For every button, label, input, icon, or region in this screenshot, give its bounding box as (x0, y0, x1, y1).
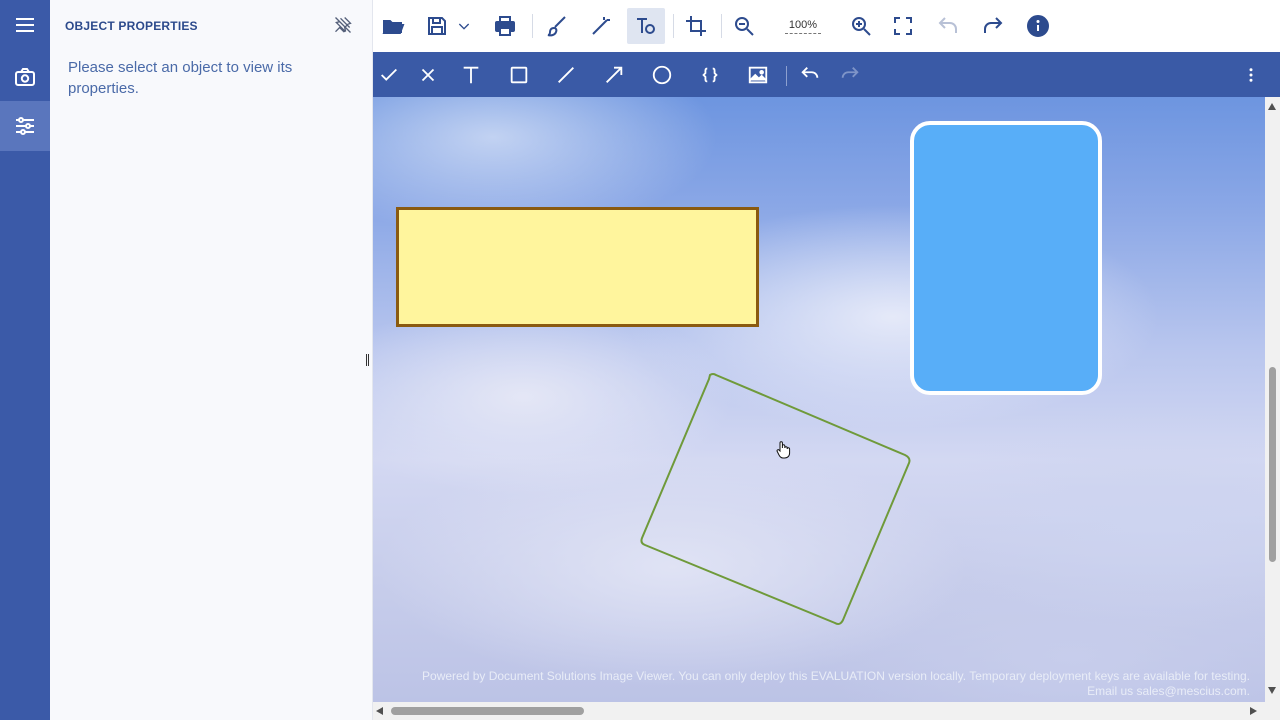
add-rectangle-button[interactable] (503, 60, 535, 90)
zoom-level[interactable]: 100% (785, 19, 821, 34)
redo-button[interactable] (974, 8, 1012, 44)
open-button[interactable] (374, 8, 412, 44)
horizontal-scroll-thumb[interactable] (391, 707, 584, 715)
crop-button[interactable] (677, 8, 715, 44)
image-icon (748, 66, 768, 84)
sliders-icon (16, 117, 34, 135)
print-button[interactable] (486, 8, 524, 44)
text-object-icon (637, 18, 655, 34)
redo-icon (841, 67, 859, 78)
zoom-out-icon (735, 17, 754, 36)
text-objects-button[interactable] (627, 8, 665, 44)
toolbar-separator (532, 14, 533, 38)
magic-wand-icon (592, 17, 610, 35)
add-brackets-button[interactable] (694, 60, 726, 90)
open-folder-icon (382, 20, 405, 34)
scrollbar-corner (1265, 702, 1280, 720)
hand-cursor-icon (776, 441, 791, 459)
apply-button[interactable] (373, 60, 405, 90)
left-rail (0, 0, 50, 720)
zoom-in-button[interactable] (842, 8, 880, 44)
scroll-right-arrow-icon[interactable] (1250, 707, 1257, 715)
zoom-out-button[interactable] (725, 8, 763, 44)
horizontal-scrollbar[interactable] (373, 702, 1265, 720)
more-options-button[interactable] (1241, 60, 1261, 90)
add-ellipse-button[interactable] (646, 60, 678, 90)
image-viewer-app: OBJECT PROPERTIES Please select an objec… (0, 0, 1280, 720)
brush-icon (547, 16, 566, 37)
menu-icon (16, 18, 34, 32)
undo-icon (938, 17, 957, 33)
effects-button[interactable] (582, 8, 620, 44)
vertical-scrollbar[interactable] (1265, 97, 1280, 702)
chevron-down-icon (458, 23, 470, 30)
object-properties-panel: OBJECT PROPERTIES Please select an objec… (50, 0, 373, 720)
cancel-icon (421, 68, 435, 82)
panel-resize-handle[interactable] (366, 354, 369, 366)
watermark-line-2: Email us sales@mescius.com. (1087, 684, 1250, 698)
apply-icon (381, 68, 397, 81)
panel-title: OBJECT PROPERTIES (65, 19, 198, 33)
ellipse-icon (652, 65, 672, 85)
unpin-panel-button[interactable] (333, 15, 353, 35)
object-toolbar (373, 52, 1280, 97)
properties-button[interactable] (0, 101, 50, 151)
image-canvas[interactable]: Powered by Document Solutions Image View… (373, 97, 1265, 702)
cancel-button[interactable] (412, 60, 444, 90)
text-icon (463, 66, 479, 84)
add-text-button[interactable] (455, 60, 487, 90)
more-vertical-icon (1249, 68, 1253, 82)
add-arrow-button[interactable] (598, 60, 630, 90)
print-icon (495, 16, 515, 36)
save-icon (428, 17, 446, 35)
scroll-left-arrow-icon[interactable] (376, 707, 383, 715)
paint-tools-button[interactable] (538, 8, 576, 44)
undo-button[interactable] (929, 8, 967, 44)
add-line-button[interactable] (550, 60, 582, 90)
scroll-up-arrow-icon[interactable] (1268, 103, 1276, 110)
toolbar-separator (721, 14, 722, 38)
braces-icon (702, 67, 718, 83)
camera-button[interactable] (0, 52, 50, 102)
green-rotated-rectangle-object[interactable] (640, 373, 911, 625)
fullscreen-icon (894, 17, 912, 35)
rectangle-icon (510, 66, 528, 84)
save-button[interactable] (418, 8, 456, 44)
fullscreen-button[interactable] (884, 8, 922, 44)
camera-icon (15, 68, 35, 86)
undo-icon (801, 67, 819, 78)
rotated-rectangle-svg (640, 373, 911, 625)
pin-off-icon (335, 17, 352, 33)
zoom-in-icon (852, 17, 871, 36)
toolbar-separator (786, 66, 787, 86)
arrow-icon (606, 66, 623, 83)
info-icon (1027, 15, 1049, 37)
crop-icon (686, 16, 706, 36)
save-options-dropdown[interactable] (453, 8, 475, 44)
object-redo-button[interactable] (834, 60, 866, 90)
evaluation-watermark: Powered by Document Solutions Image View… (422, 669, 1250, 699)
object-undo-button[interactable] (794, 60, 826, 90)
redo-icon (984, 17, 1003, 33)
no-selection-message: Please select an object to view its prop… (68, 59, 293, 97)
main-toolbar: 100% (373, 0, 1280, 52)
scroll-down-arrow-icon[interactable] (1268, 687, 1276, 694)
toolbar-separator (673, 14, 674, 38)
menu-button[interactable] (0, 0, 50, 50)
add-image-button[interactable] (742, 60, 774, 90)
watermark-line-1: Powered by Document Solutions Image View… (422, 669, 1250, 683)
line-icon (558, 67, 574, 83)
vertical-scroll-thumb[interactable] (1269, 367, 1276, 562)
about-button[interactable] (1019, 8, 1057, 44)
